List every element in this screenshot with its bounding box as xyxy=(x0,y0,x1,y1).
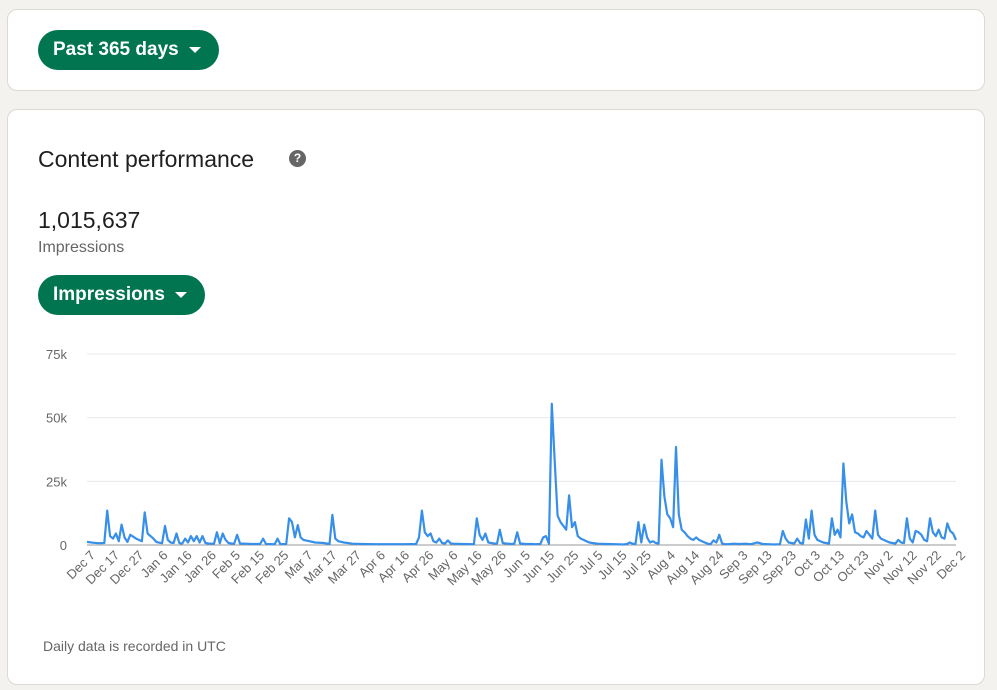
y-tick-label: 50k xyxy=(46,411,67,426)
date-range-dropdown[interactable]: Past 365 days xyxy=(38,30,219,70)
x-tick-label: Dec 2 xyxy=(933,548,968,583)
y-tick-label: 0 xyxy=(60,538,67,553)
caret-down-icon xyxy=(188,47,201,53)
impressions-chart: 025k50k75kDec 7Dec 17Dec 27Jan 6Jan 16Ja… xyxy=(46,347,968,588)
date-range-label: Past 365 days xyxy=(53,39,179,60)
impressions-line xyxy=(86,402,958,546)
y-tick-label: 75k xyxy=(46,347,67,362)
range-card: Past 365 days xyxy=(7,9,985,91)
content-performance-card: Content performance ? 1,015,637 Impressi… xyxy=(7,109,985,685)
y-tick-label: 25k xyxy=(46,474,67,489)
utc-footnote: Daily data is recorded in UTC xyxy=(43,638,226,654)
